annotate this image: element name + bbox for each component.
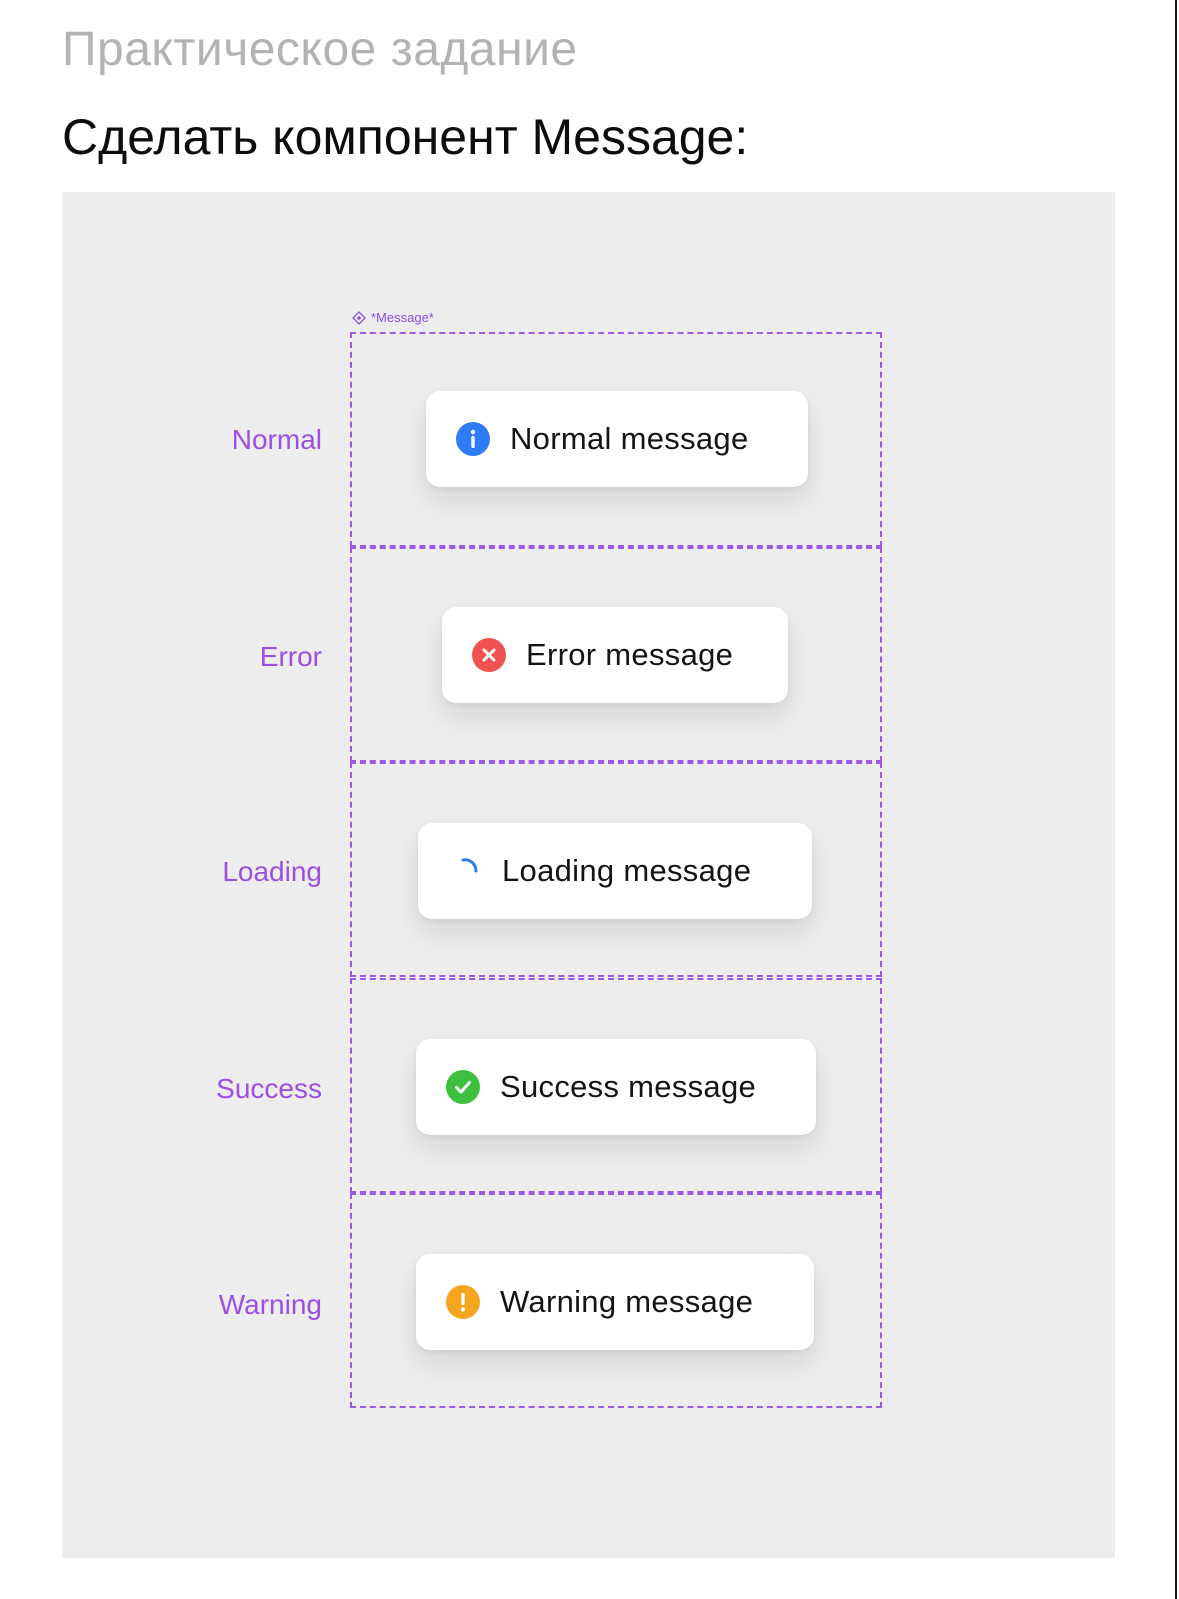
message-loading[interactable]: Loading message [418,823,812,919]
message-text: Error message [526,637,734,672]
message-normal[interactable]: Normal message [426,391,808,487]
variant-label-loading: Loading [222,856,322,887]
page-title: Сделать компонент Message: [62,109,749,165]
variant-label-success: Success [216,1073,322,1104]
variant-label-warning: Warning [218,1289,322,1320]
component-frame-label[interactable]: *Message* [352,310,434,326]
component-diamond-icon [352,311,366,325]
success-icon [446,1070,480,1104]
message-warning[interactable]: Warning message [416,1254,814,1350]
variant-label-normal: Normal [231,424,322,455]
info-icon [456,422,490,456]
loading-spinner-icon [461,858,478,873]
message-text: Warning message [500,1284,754,1319]
message-text: Normal message [510,421,749,456]
error-icon [472,638,506,672]
page-right-edge [1175,0,1177,1599]
message-text: Loading message [502,853,752,888]
warning-icon [446,1285,480,1319]
page-subtitle: Практическое задание [62,23,578,76]
message-success[interactable]: Success message [416,1039,816,1135]
message-error[interactable]: Error message [442,607,788,703]
component-name: *Message* [371,310,434,325]
variant-label-error: Error [259,641,322,672]
message-text: Success message [500,1069,757,1104]
